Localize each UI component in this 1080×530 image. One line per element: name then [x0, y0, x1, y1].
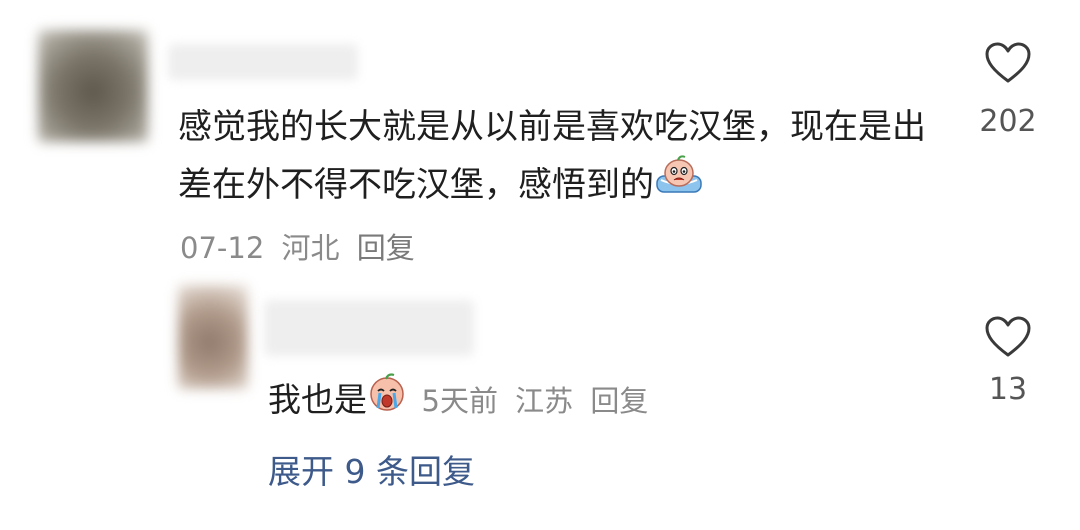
commenter-name-blurred[interactable] [168, 44, 358, 80]
comment-like[interactable]: 202 [963, 42, 1053, 139]
reply-like[interactable]: 13 [963, 316, 1053, 407]
replier-avatar[interactable] [178, 285, 248, 389]
reply-like-count: 13 [988, 372, 1028, 407]
commenter-avatar[interactable] [38, 30, 148, 142]
replier-name-blurred[interactable] [264, 300, 474, 356]
reply-time: 5天前 [421, 384, 498, 418]
reply-text: 我也是 [268, 380, 367, 419]
crying-emoji-icon [654, 154, 704, 212]
reply-location: 江苏 [515, 384, 574, 418]
heart-icon[interactable] [985, 42, 1031, 84]
heart-icon[interactable] [985, 316, 1031, 358]
reply-reply-button[interactable]: 回复 [590, 384, 648, 418]
comment-text: 感觉我的长大就是从以前是喜欢吃汉堡，现在是出差在外不得不吃汉堡，感悟到的 [178, 107, 926, 205]
comment-like-count: 202 [979, 104, 1037, 139]
reply-meta: 5天前 江苏 回复 [422, 384, 657, 418]
reply-row: 我也是 5天前 江苏 回复 [268, 373, 657, 429]
comment-meta: 07-12 河北 回复 [180, 230, 423, 266]
comment-date: 07-12 [180, 231, 265, 265]
comment-body: 感觉我的长大就是从以前是喜欢吃汉堡，现在是出差在外不得不吃汉堡，感悟到的 [178, 98, 948, 216]
comment-location: 河北 [281, 231, 340, 265]
comment-reply-button[interactable]: 回复 [357, 231, 415, 265]
sob-emoji-icon [367, 370, 407, 425]
expand-replies-button[interactable]: 展开 9 条回复 [268, 450, 475, 494]
